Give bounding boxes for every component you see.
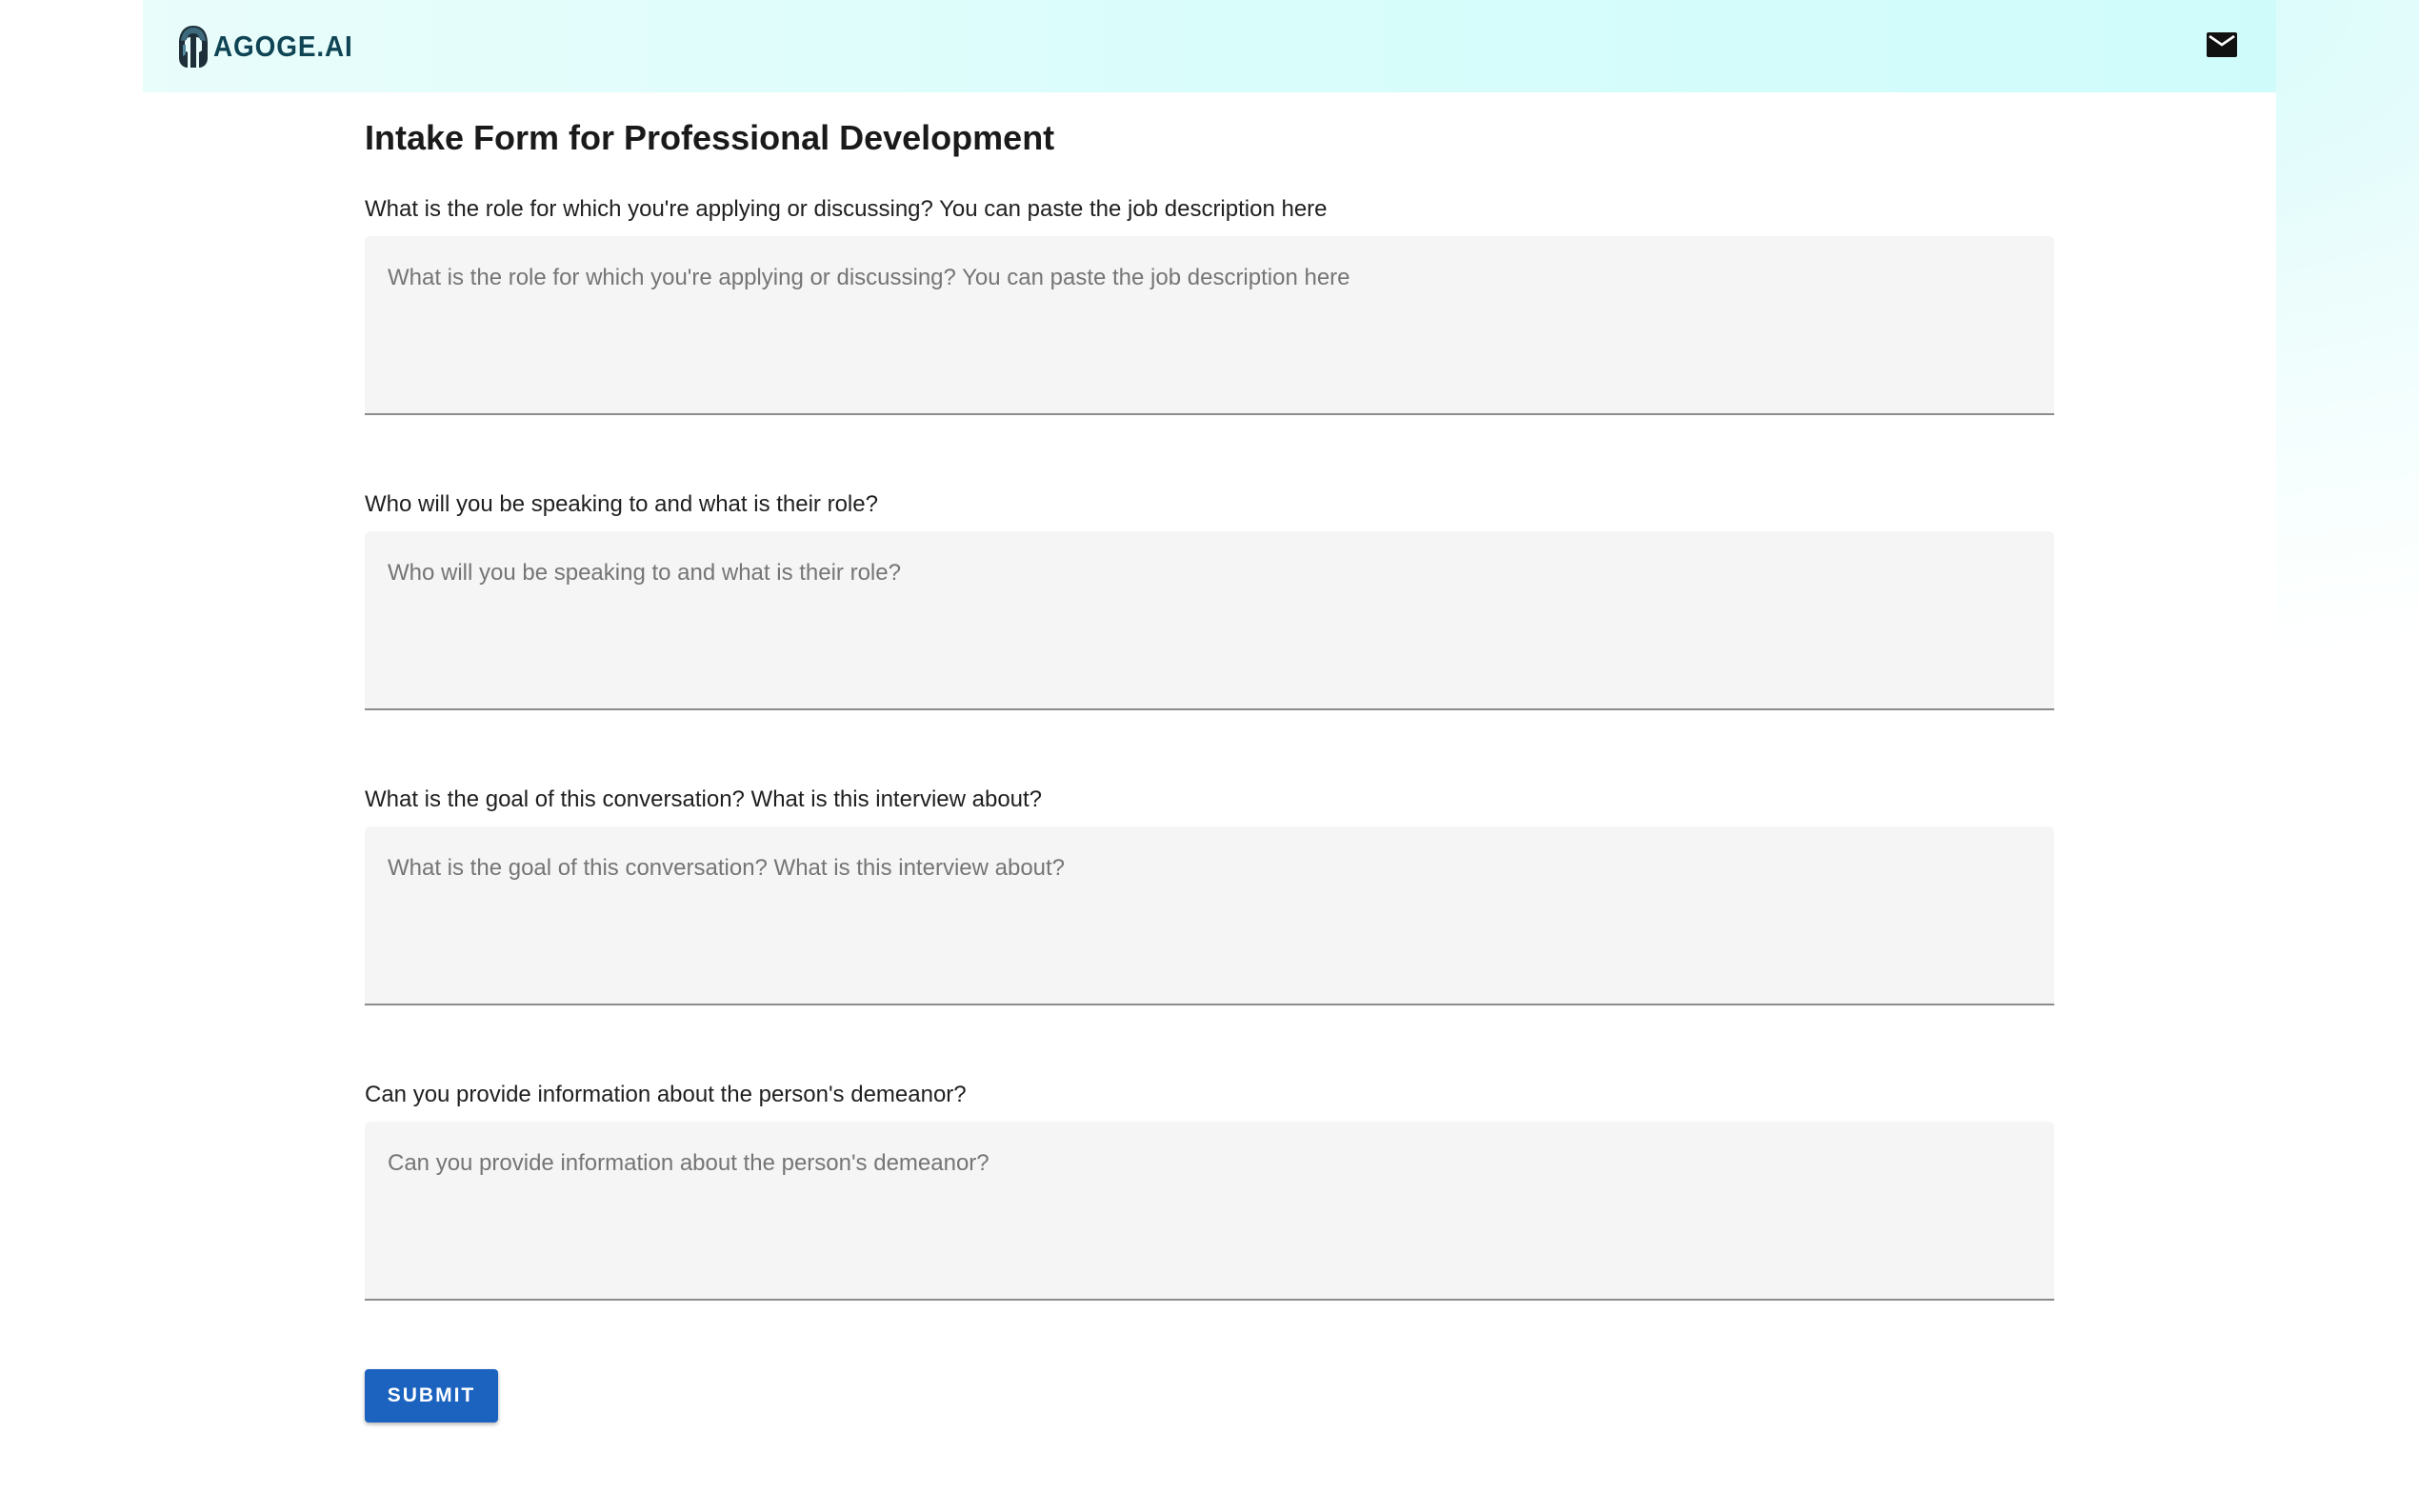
field-box-role bbox=[365, 236, 2054, 415]
top-app-bar: AGOGE.AI bbox=[143, 0, 2276, 92]
field-label-demeanor: Can you provide information about the pe… bbox=[365, 1082, 967, 1107]
field-box-speaker bbox=[365, 531, 2054, 710]
mail-button[interactable] bbox=[2206, 29, 2238, 61]
field-label-speaker: Who will you be speaking to and what is … bbox=[365, 491, 878, 517]
brand-logo[interactable]: AGOGE.AI bbox=[177, 23, 369, 70]
field-label-role: What is the role for which you're applyi… bbox=[365, 196, 1328, 222]
helmet-icon bbox=[179, 26, 208, 68]
mail-icon bbox=[2207, 32, 2237, 57]
submit-button[interactable]: SUBMIT bbox=[365, 1369, 498, 1422]
field-box-goal bbox=[365, 826, 2054, 1005]
role-input[interactable] bbox=[365, 236, 2054, 413]
brand-name: AGOGE.AI bbox=[213, 30, 353, 63]
goal-input[interactable] bbox=[365, 826, 2054, 1004]
page-title: Intake Form for Professional Development bbox=[365, 118, 1055, 157]
page-container: AGOGE.AI Intake Form for Professional De… bbox=[143, 0, 2276, 1512]
speaker-input[interactable] bbox=[365, 531, 2054, 708]
field-label-goal: What is the goal of this conversation? W… bbox=[365, 786, 1043, 812]
field-box-demeanor bbox=[365, 1122, 2054, 1301]
demeanor-input[interactable] bbox=[365, 1122, 2054, 1299]
